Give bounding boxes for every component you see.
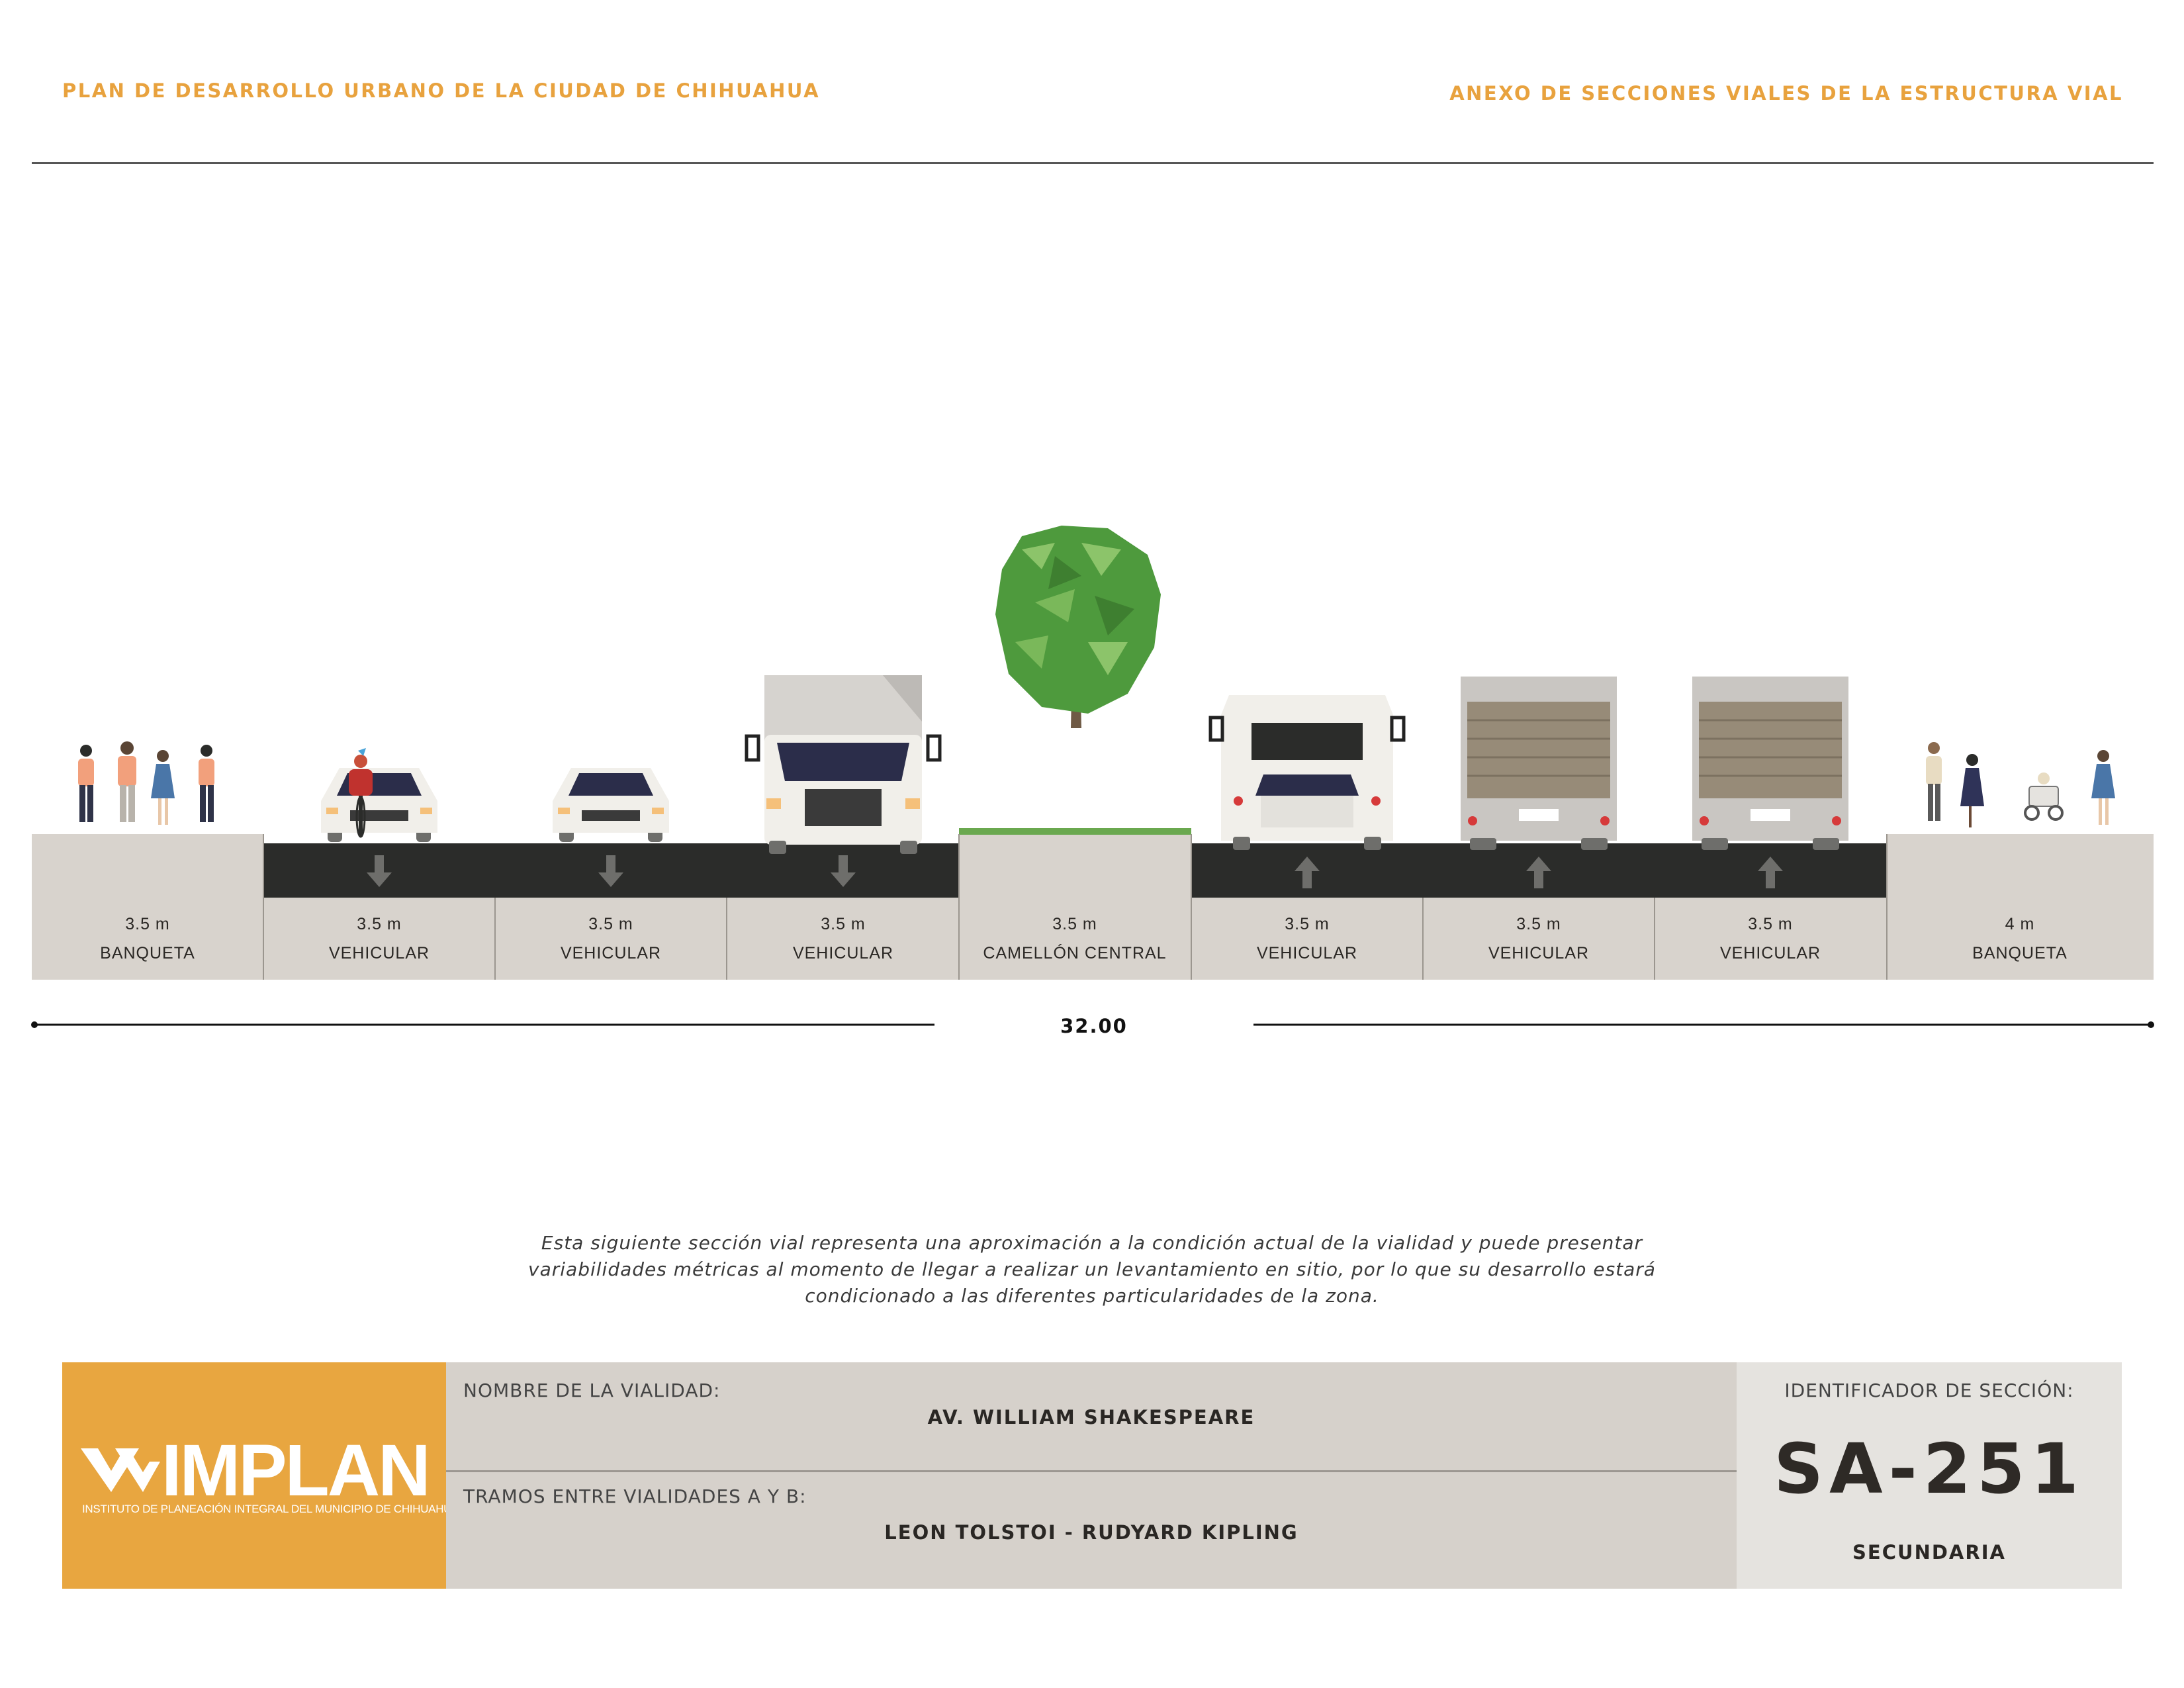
implan-mark-icon — [81, 1448, 160, 1492]
lanes-left-base — [263, 898, 959, 980]
road-info-box: NOMBRE DE LA VIALIDAD: AV. WILLIAM SHAKE… — [446, 1362, 1737, 1589]
segment-name: BANQUETA — [1972, 944, 2068, 962]
segment-width: 3.5 m — [1748, 915, 1793, 933]
road-section-diagram: 3.5 m BANQUETA 3.5 m VEHICULAR 3.5 m VEH… — [31, 526, 2154, 1037]
total-dimension-line: 32.00 — [31, 1015, 2154, 1037]
road-name-value: AV. WILLIAM SHAKESPEARE — [927, 1406, 1255, 1429]
implan-logo: IMPLAN INSTITUTO DE PLANEACIÓN INTEGRAL … — [62, 1362, 459, 1589]
car-front-icon — [553, 768, 669, 842]
section-classification: SECUNDARIA — [1852, 1541, 2006, 1564]
segment-name: VEHICULAR — [793, 944, 893, 962]
disclaimer-caption: Esta siguiente sección vial representa u… — [463, 1230, 1721, 1309]
section-id-box: IDENTIFICADOR DE SECCIÓN: SA-251 SECUNDA… — [1737, 1362, 2122, 1589]
segment-width: 3.5 m — [588, 915, 633, 933]
section-info-panel: IMPLAN INSTITUTO DE PLANEACIÓN INTEGRAL … — [62, 1362, 2122, 1589]
segment-range-value: LEON TOLSTOI - RUDYARD KIPLING — [884, 1521, 1298, 1544]
segment-name: CAMELLÓN CENTRAL — [983, 943, 1166, 962]
total-width-label: 32.00 — [1060, 1015, 1128, 1037]
caption-line: Esta siguiente sección vial representa u… — [541, 1232, 1643, 1254]
bus-rear-icon — [1208, 695, 1406, 850]
lanes-right-base — [1191, 898, 1887, 980]
segment-range-label: TRAMOS ENTRE VIALIDADES A Y B: — [463, 1485, 807, 1507]
segment-width: 3.5 m — [821, 915, 866, 933]
median-grass — [959, 828, 1191, 835]
caption-line: variabilidades métricas al momento de ll… — [528, 1258, 1656, 1280]
segment-name: VEHICULAR — [1488, 944, 1589, 962]
tree-icon — [995, 526, 1161, 728]
box-truck-rear-icon — [1461, 677, 1617, 850]
segment-name: VEHICULAR — [329, 944, 430, 962]
segment-name: VEHICULAR — [561, 944, 661, 962]
pedestrians-left-icon — [78, 741, 214, 825]
logo-wordmark: IMPLAN — [161, 1430, 431, 1511]
caption-line: condicionado a las diferentes particular… — [805, 1285, 1379, 1307]
logo-subtitle: INSTITUTO DE PLANEACIÓN INTEGRAL DEL MUN… — [82, 1503, 459, 1515]
segment-name: BANQUETA — [100, 944, 195, 962]
car-front-icon — [321, 768, 437, 842]
segment-name: VEHICULAR — [1257, 944, 1357, 962]
section-id-code: SA-251 — [1774, 1429, 2085, 1509]
box-truck-rear-icon — [1692, 677, 1848, 850]
pedestrians-right-icon — [1926, 742, 2115, 827]
segment-width: 3.5 m — [1516, 915, 1561, 933]
segment-name: VEHICULAR — [1720, 944, 1821, 962]
info-divider — [446, 1470, 1737, 1472]
segment-width: 3.5 m — [1285, 915, 1330, 933]
segment-width: 3.5 m — [357, 915, 402, 933]
segment-width: 4 m — [2005, 915, 2035, 933]
truck-front-icon — [745, 675, 942, 854]
road-name-label: NOMBRE DE LA VIALIDAD: — [463, 1380, 721, 1401]
segment-width: 3.5 m — [125, 915, 170, 933]
section-id-label: IDENTIFICADOR DE SECCIÓN: — [1784, 1380, 2074, 1401]
segment-width: 3.5 m — [1052, 915, 1097, 933]
